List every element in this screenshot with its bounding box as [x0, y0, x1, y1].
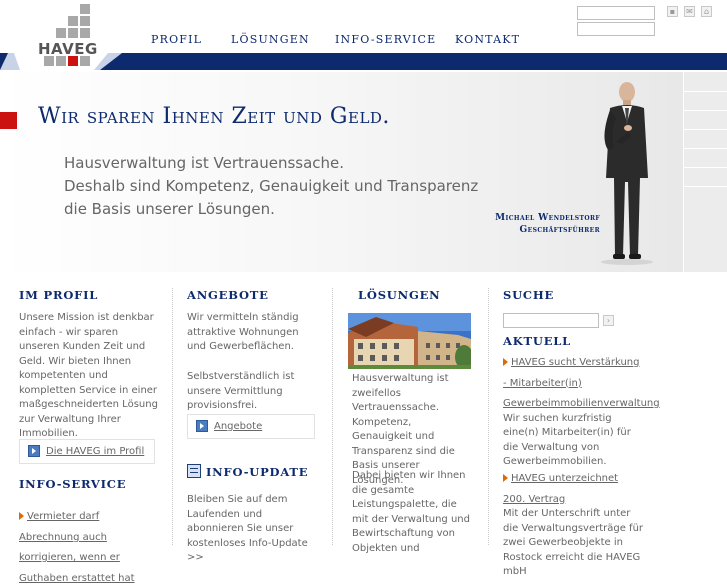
login-user-input[interactable] — [577, 6, 655, 20]
person-role: Geschäftsführer — [519, 225, 600, 235]
home-icon[interactable]: ⌂ — [701, 6, 712, 17]
accent-square — [0, 112, 17, 129]
hero-line: Hausverwaltung ist Vertrauenssache. — [64, 154, 345, 172]
aktuell-link[interactable]: HAVEG sucht Verstärkung - Mitarbeiter(in… — [503, 357, 660, 409]
strip-divider — [683, 148, 727, 149]
person-name: Michael Wendelstorf — [495, 213, 600, 223]
column-divider — [488, 288, 489, 545]
profil-button[interactable]: Die HAVEG im Profil — [19, 439, 155, 464]
profil-text: Unsere Mission ist denkbar einfach - wir… — [19, 312, 158, 439]
strip-divider — [683, 167, 727, 168]
aktuell-heading: Aktuell — [503, 334, 572, 348]
profil-button-label: Die HAVEG im Profil — [46, 446, 145, 457]
search-go-icon[interactable]: › — [603, 315, 614, 326]
logo[interactable]: HAVEG — [0, 0, 122, 72]
nav-info-service[interactable]: Info-Service — [335, 33, 436, 46]
info-update-heading: Info-Update — [206, 465, 309, 479]
nav-kontakt[interactable]: Kontakt — [455, 33, 520, 46]
info-service-link[interactable]: Vermieter darf Abrechnung auch korrigier… — [19, 511, 135, 584]
aktuell-link[interactable]: HAVEG unterzeichnet 200. Vertrag — [503, 473, 618, 505]
arrow-right-icon — [196, 420, 208, 432]
houses-photo — [348, 313, 471, 369]
person-photo — [601, 82, 653, 265]
aktuell-item: HAVEG unterzeichnet 200. Vertrag Mit der… — [503, 466, 643, 580]
info-service-heading: Info-Service — [19, 477, 127, 491]
loesungen-heading: Lösungen — [358, 288, 441, 302]
strip-divider — [683, 129, 727, 130]
angebote-button-label: Angebote — [214, 421, 263, 432]
logo-text: HAVEG — [38, 40, 98, 58]
print-icon[interactable]: ▪ — [667, 6, 678, 17]
bullet-arrow-icon — [503, 474, 508, 482]
angebote-heading: Angebote — [187, 288, 269, 302]
login-password-input[interactable] — [577, 22, 655, 36]
strip-divider — [683, 186, 727, 187]
bullet-arrow-icon — [503, 358, 508, 366]
angebote-text-2: Selbstverständlich ist unsere Vermittlun… — [187, 371, 295, 411]
aktuell-item: HAVEG sucht Verstärkung - Mitarbeiter(in… — [503, 350, 660, 470]
column-divider — [172, 288, 173, 545]
info-service-item[interactable]: Vermieter darf Abrechnung auch korrigier… — [19, 504, 159, 586]
aktuell-text: Wir suchen kurzfristig eine(n) Mitarbeit… — [503, 412, 631, 468]
hero-side-strip — [683, 72, 727, 272]
logo-graphic — [0, 4, 122, 70]
aktuell-text: Mit der Unterschrift unter die Verwaltun… — [503, 508, 644, 577]
info-update-text[interactable]: Bleiben Sie auf dem Laufenden und abonni… — [187, 493, 315, 566]
profil-heading: Im Profil — [19, 288, 99, 302]
bullet-arrow-icon — [19, 512, 24, 520]
nav-profil[interactable]: Profil — [151, 33, 202, 46]
suche-heading: Suche — [503, 288, 555, 302]
nav-loesungen[interactable]: Lösungen — [231, 33, 310, 46]
strip-divider — [683, 91, 727, 92]
hero-line: die Basis unserer Lösungen. — [64, 200, 275, 218]
column-divider — [332, 288, 333, 545]
person-caption: Michael Wendelstorf Geschäftsführer — [470, 212, 600, 236]
arrow-right-icon — [28, 445, 40, 457]
strip-divider — [683, 110, 727, 111]
angebote-button[interactable]: Angebote — [187, 414, 315, 439]
hero-text: Hausverwaltung ist Vertrauenssache. Desh… — [64, 152, 484, 221]
mail-icon[interactable]: ✉ — [684, 6, 695, 17]
newsletter-icon — [187, 464, 201, 478]
angebote-text-1: Wir vermitteln ständig attraktive Wohnun… — [187, 312, 299, 352]
hero-line: Deshalb sind Kompetenz, Genauigkeit und … — [64, 177, 479, 195]
hero-title: Wir sparen Ihnen Zeit und Geld. — [38, 104, 390, 129]
search-input[interactable] — [503, 313, 599, 328]
loesungen-text-2: Dabei bieten wir Ihnen die gesamte Leist… — [352, 470, 470, 554]
